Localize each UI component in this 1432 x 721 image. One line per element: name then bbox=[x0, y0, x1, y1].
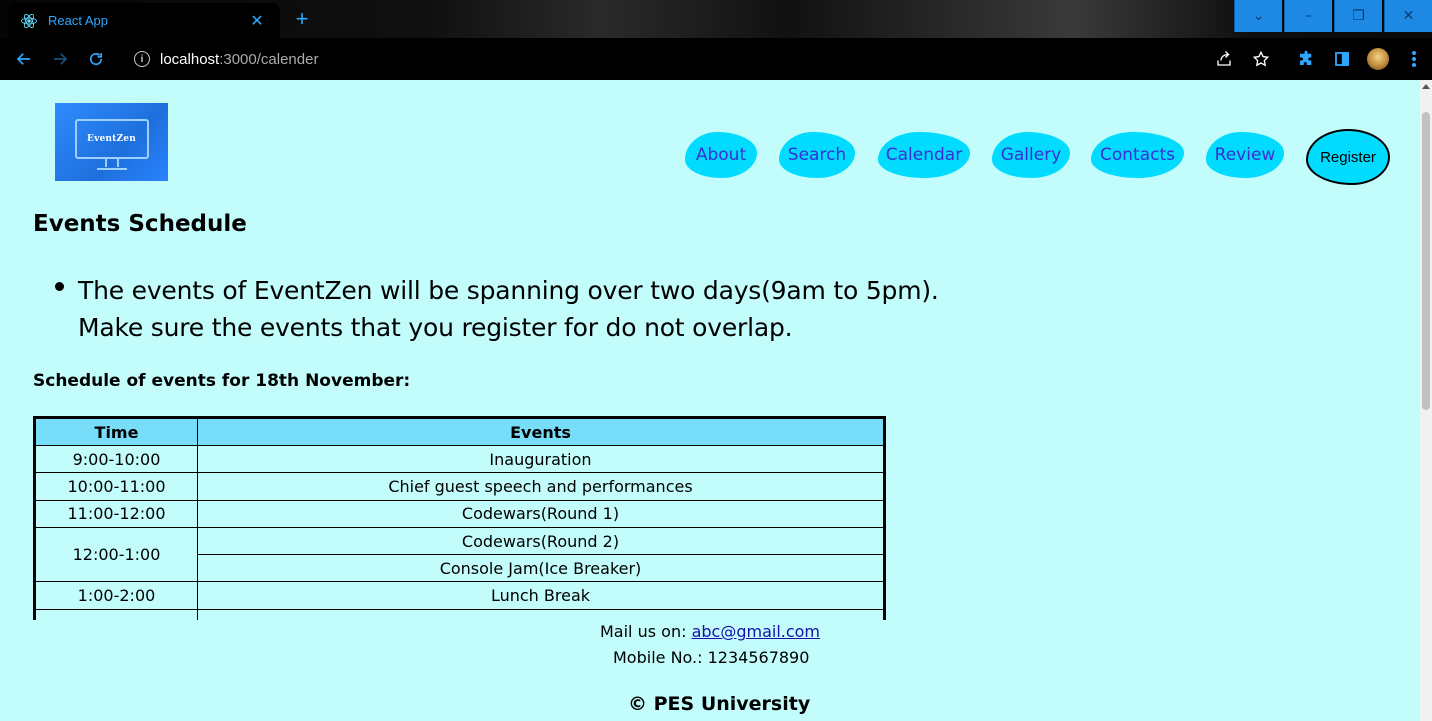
mail-label: Mail us on: bbox=[600, 622, 692, 641]
browser-tab[interactable]: React App ✕ bbox=[8, 3, 280, 38]
close-tab-icon[interactable]: ✕ bbox=[246, 10, 268, 32]
close-window-button[interactable]: ✕ bbox=[1384, 0, 1432, 32]
back-arrow-icon[interactable] bbox=[12, 47, 36, 71]
table-row: 1:00-2:00 Lunch Break bbox=[34, 581, 885, 610]
nav-gallery[interactable]: Gallery bbox=[992, 132, 1070, 178]
monitor-icon: EventZen bbox=[74, 119, 149, 170]
new-tab-button[interactable]: + bbox=[290, 8, 314, 32]
scroll-thumb[interactable] bbox=[1422, 112, 1430, 410]
register-button[interactable]: Register bbox=[1306, 129, 1390, 185]
table-header-row: Time Events bbox=[34, 417, 885, 446]
schedule-table-viewport: Time Events 9:00-10:00 Inauguration 10:0… bbox=[33, 416, 886, 620]
url-path: :3000/calender bbox=[219, 50, 319, 68]
time-cell: 1:00-2:00 bbox=[34, 581, 198, 610]
event-cell: Chief guest speech and performances bbox=[197, 472, 885, 501]
reload-icon[interactable] bbox=[84, 47, 108, 71]
email-link[interactable]: abc@gmail.com bbox=[692, 622, 820, 641]
footer-copyright: © PES University bbox=[628, 693, 811, 715]
table-row: 9:00-10:00 Inauguration bbox=[34, 444, 885, 474]
url-host: localhost bbox=[160, 50, 220, 68]
time-cell: 10:00-11:00 bbox=[34, 472, 198, 501]
forward-arrow-icon[interactable] bbox=[48, 47, 72, 71]
browser-toolbar: i localhost :3000/calender bbox=[0, 38, 1432, 80]
page-title: Events Schedule bbox=[33, 211, 247, 237]
tab-search-button[interactable]: ⌄ bbox=[1234, 0, 1282, 32]
nav-about[interactable]: About bbox=[685, 132, 757, 178]
tab-title: React App bbox=[48, 13, 108, 28]
scroll-up-arrow-icon[interactable] bbox=[1422, 84, 1430, 89]
time-cell: 11:00-12:00 bbox=[34, 499, 198, 528]
nav-contacts[interactable]: Contacts bbox=[1091, 132, 1184, 178]
nav-search[interactable]: Search bbox=[779, 132, 855, 178]
footer-mail: Mail us on: abc@gmail.com bbox=[600, 622, 820, 641]
page-content: EventZen About Search Calendar Gallery C… bbox=[0, 80, 1420, 721]
time-cell: 9:00-10:00 bbox=[34, 444, 198, 474]
share-icon[interactable] bbox=[1212, 47, 1236, 71]
event-cell: Codewars(Round 2) bbox=[197, 526, 885, 556]
bookmark-star-icon[interactable] bbox=[1249, 47, 1273, 71]
table-row-partial bbox=[34, 608, 885, 620]
event-cell: Lunch Break bbox=[197, 581, 885, 610]
nav-review[interactable]: Review bbox=[1206, 132, 1284, 178]
address-bar[interactable]: i localhost :3000/calender bbox=[118, 43, 1284, 75]
intro-list-item: The events of EventZen will be spanning … bbox=[55, 272, 955, 346]
schedule-table: Time Events 9:00-10:00 Inauguration 10:0… bbox=[33, 416, 886, 620]
table-row: 12:00-1:00 Codewars(Round 2) bbox=[34, 526, 885, 583]
table-row: 10:00-11:00 Chief guest speech and perfo… bbox=[34, 472, 885, 501]
time-cell: 12:00-1:00 bbox=[34, 526, 198, 583]
bullet-icon bbox=[55, 282, 64, 291]
page-scrollbar[interactable] bbox=[1420, 80, 1432, 721]
more-menu-icon[interactable] bbox=[1402, 47, 1426, 71]
logo-text: EventZen bbox=[87, 134, 136, 144]
minimize-button[interactable]: – bbox=[1284, 0, 1332, 32]
schedule-title: Schedule of events for 18th November: bbox=[33, 371, 411, 391]
site-info-icon[interactable]: i bbox=[134, 51, 150, 67]
footer-mobile: Mobile No.: 1234567890 bbox=[613, 648, 810, 667]
event-cell: Console Jam(Ice Breaker) bbox=[197, 554, 885, 583]
extensions-puzzle-icon[interactable] bbox=[1294, 47, 1318, 71]
event-cell: Codewars(Round 1) bbox=[197, 499, 885, 528]
react-icon bbox=[20, 12, 38, 30]
nav-calendar[interactable]: Calendar bbox=[878, 132, 970, 178]
side-panel-icon[interactable] bbox=[1330, 47, 1354, 71]
intro-text: The events of EventZen will be spanning … bbox=[78, 276, 939, 342]
browser-titlebar: React App ✕ + ⌄ – ❐ ✕ bbox=[0, 0, 1432, 38]
eventzen-logo[interactable]: EventZen bbox=[55, 103, 168, 181]
restore-button[interactable]: ❐ bbox=[1334, 0, 1382, 32]
profile-avatar[interactable] bbox=[1366, 47, 1390, 71]
column-header-events: Events bbox=[197, 417, 885, 446]
event-cell: Inauguration bbox=[197, 444, 885, 474]
column-header-time: Time bbox=[34, 417, 198, 446]
table-row: 11:00-12:00 Codewars(Round 1) bbox=[34, 499, 885, 528]
